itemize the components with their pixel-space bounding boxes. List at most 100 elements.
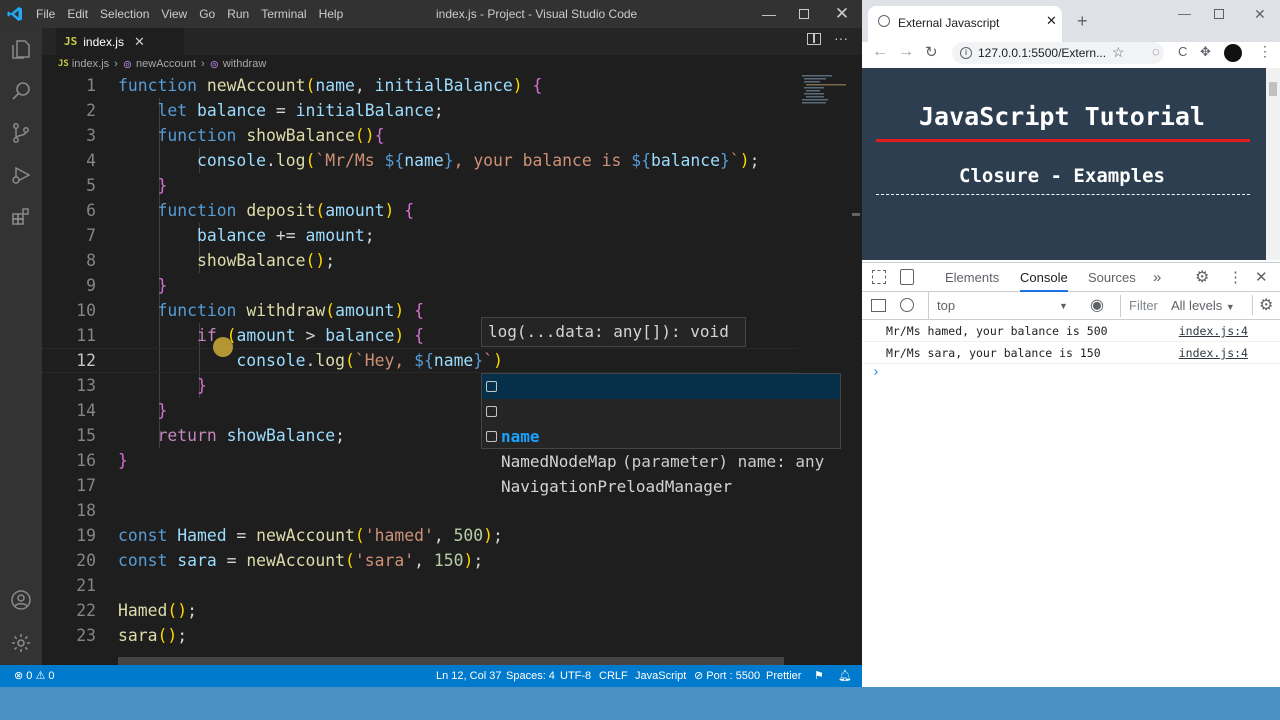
explorer-icon[interactable] [0, 28, 42, 70]
back-icon[interactable]: ← [872, 43, 888, 61]
broadcast-icon: ⊘ [694, 670, 704, 682]
code-editor[interactable]: 1 function newAccount(name, initialBalanc… [42, 73, 798, 665]
close-window-button[interactable]: ✕ [823, 0, 861, 28]
bookmark-star-icon[interactable]: ☆ [1112, 44, 1125, 61]
maximize-button[interactable] [785, 0, 823, 28]
code-line-active: 12 console.log(`Hey, ${name}`) [42, 348, 798, 373]
code-text: function withdraw(amount) { [157, 301, 424, 320]
tab-index-js[interactable]: JS index.js ✕ [56, 28, 184, 55]
code-text: console.log(`Hey, ${name}`) [236, 351, 503, 370]
address-bar[interactable]: i 127.0.0.1:5500/Extern... [952, 42, 1164, 64]
encoding[interactable]: UTF-8 [560, 665, 591, 687]
inspect-element-icon[interactable] [872, 270, 886, 284]
menu-terminal[interactable]: Terminal [255, 0, 312, 28]
live-server-port[interactable]: ⊘ Port : 5500 [694, 665, 760, 687]
reload-icon[interactable]: ↻ [925, 43, 938, 61]
source-control-icon[interactable] [0, 112, 42, 154]
cursor-position[interactable]: Ln 12, Col 37 [436, 665, 501, 687]
close-icon[interactable]: ✕ [1254, 6, 1266, 23]
line-number: 15 [76, 426, 96, 445]
minimap[interactable] [798, 73, 850, 665]
split-editor-icon[interactable] [807, 33, 821, 45]
breadcrumb: JS index.js › ⊚ newAccount › ⊚ withdraw [42, 55, 862, 73]
error-icon: ⊗ [14, 670, 24, 682]
prettier-status[interactable]: Prettier [766, 665, 801, 687]
forward-icon[interactable]: → [898, 43, 914, 61]
settings-gear-icon[interactable] [0, 622, 42, 664]
notifications-bell-icon[interactable]: 🔔︎ [838, 665, 852, 687]
indentation[interactable]: Spaces: 4 [506, 665, 555, 687]
device-toolbar-icon[interactable] [900, 269, 914, 285]
browser-tab[interactable]: External Javascript ✕ [868, 6, 1062, 42]
function-icon: ⊚ [209, 58, 219, 71]
more-tabs-icon[interactable]: » [1153, 263, 1161, 292]
code-text: } [157, 176, 168, 195]
console-source-link[interactable]: index.js:4 [1179, 320, 1248, 342]
live-expression-eye-icon[interactable]: ◉ [1090, 295, 1104, 315]
log-levels-select[interactable]: All levels ▼ [1171, 292, 1235, 321]
context-select[interactable]: top ▼ [928, 292, 1074, 320]
line-number: 4 [86, 151, 96, 170]
menu-selection[interactable]: Selection [94, 0, 155, 28]
tab-sources[interactable]: Sources [1088, 263, 1136, 292]
console-settings-gear-icon[interactable]: ⚙ [1252, 295, 1273, 315]
extension-icon[interactable]: C [1178, 44, 1187, 59]
code-text: return showBalance; [157, 426, 346, 445]
end-of-line[interactable]: CRLF [599, 665, 628, 687]
more-menu-icon[interactable]: ⋮ [1258, 43, 1272, 60]
code-line: 6 function deposit(amount) { [42, 198, 798, 223]
tab-elements[interactable]: Elements [945, 263, 999, 292]
code-line: 3 function showBalance(){ [42, 123, 798, 148]
breadcrumb-file[interactable]: index.js [72, 58, 109, 70]
web-page: JavaScript Tutorial Closure - Examples [862, 68, 1280, 260]
breadcrumb-function-withdraw[interactable]: withdraw [223, 58, 266, 70]
minimize-icon[interactable]: — [1178, 6, 1191, 21]
vertical-scrollbar[interactable] [851, 73, 861, 665]
close-tab-icon[interactable]: ✕ [1046, 13, 1057, 29]
page-scrollbar[interactable] [1266, 68, 1280, 260]
new-tab-icon[interactable]: + [1077, 11, 1088, 32]
tab-console[interactable]: Console [1020, 263, 1068, 292]
menu-run[interactable]: Run [221, 0, 255, 28]
line-number: 12 [76, 351, 96, 370]
extension-icon[interactable]: ◌ [1152, 44, 1160, 59]
sidebar-toggle-icon[interactable] [871, 299, 886, 312]
problems-indicator[interactable]: ⊗ 0 ⚠ 0 [14, 665, 55, 687]
menu-edit[interactable]: Edit [61, 0, 94, 28]
suggestion-item[interactable]: NavigationPreloadManager [482, 424, 840, 496]
run-debug-icon[interactable] [0, 154, 42, 196]
filter-input[interactable]: Filter [1120, 295, 1164, 317]
suggestion-detail: (parameter) name: any [622, 452, 825, 471]
close-devtools-icon[interactable]: ✕ [1255, 263, 1268, 292]
clear-console-icon[interactable] [900, 298, 914, 312]
extensions-icon[interactable] [0, 196, 42, 238]
minimize-button[interactable]: — [750, 0, 788, 28]
search-icon[interactable] [0, 70, 42, 112]
avatar[interactable] [1224, 44, 1242, 62]
console-source-link[interactable]: index.js:4 [1179, 342, 1248, 364]
menu-view[interactable]: View [155, 0, 193, 28]
account-icon[interactable] [0, 579, 42, 621]
suggestion-item[interactable]: name (parameter) name: any [482, 374, 840, 471]
console-prompt[interactable]: › [862, 362, 1280, 384]
code-text: console.log(`Mr/Ms ${name}, your balance… [196, 151, 760, 170]
breadcrumb-function-newaccount[interactable]: newAccount [136, 58, 196, 70]
devtools-panel: Elements Console Sources » ⚙ ⋮ ✕ top ▼ ◉… [862, 262, 1280, 687]
settings-gear-icon[interactable]: ⚙ [1195, 263, 1209, 292]
line-number: 11 [76, 326, 96, 345]
suggestion-item[interactable]: NamedNodeMap [482, 399, 840, 471]
activity-bar [0, 28, 42, 665]
more-options-icon[interactable]: ⋮ [1228, 263, 1243, 292]
menu-file[interactable]: File [30, 0, 61, 28]
maximize-icon[interactable] [1214, 9, 1224, 19]
feedback-icon[interactable]: ⚑ [814, 665, 824, 687]
menu-help[interactable]: Help [313, 0, 350, 28]
menu-go[interactable]: Go [193, 0, 221, 28]
horizontal-scrollbar[interactable] [118, 657, 784, 665]
puzzle-icon[interactable]: ✥ [1200, 44, 1211, 60]
parameter-icon [486, 381, 497, 392]
close-tab-icon[interactable]: ✕ [134, 34, 145, 50]
language-mode[interactable]: JavaScript [635, 665, 686, 687]
menu-bar: File Edit Selection View Go Run Terminal… [30, 0, 349, 28]
more-actions-icon[interactable]: ··· [834, 30, 848, 46]
